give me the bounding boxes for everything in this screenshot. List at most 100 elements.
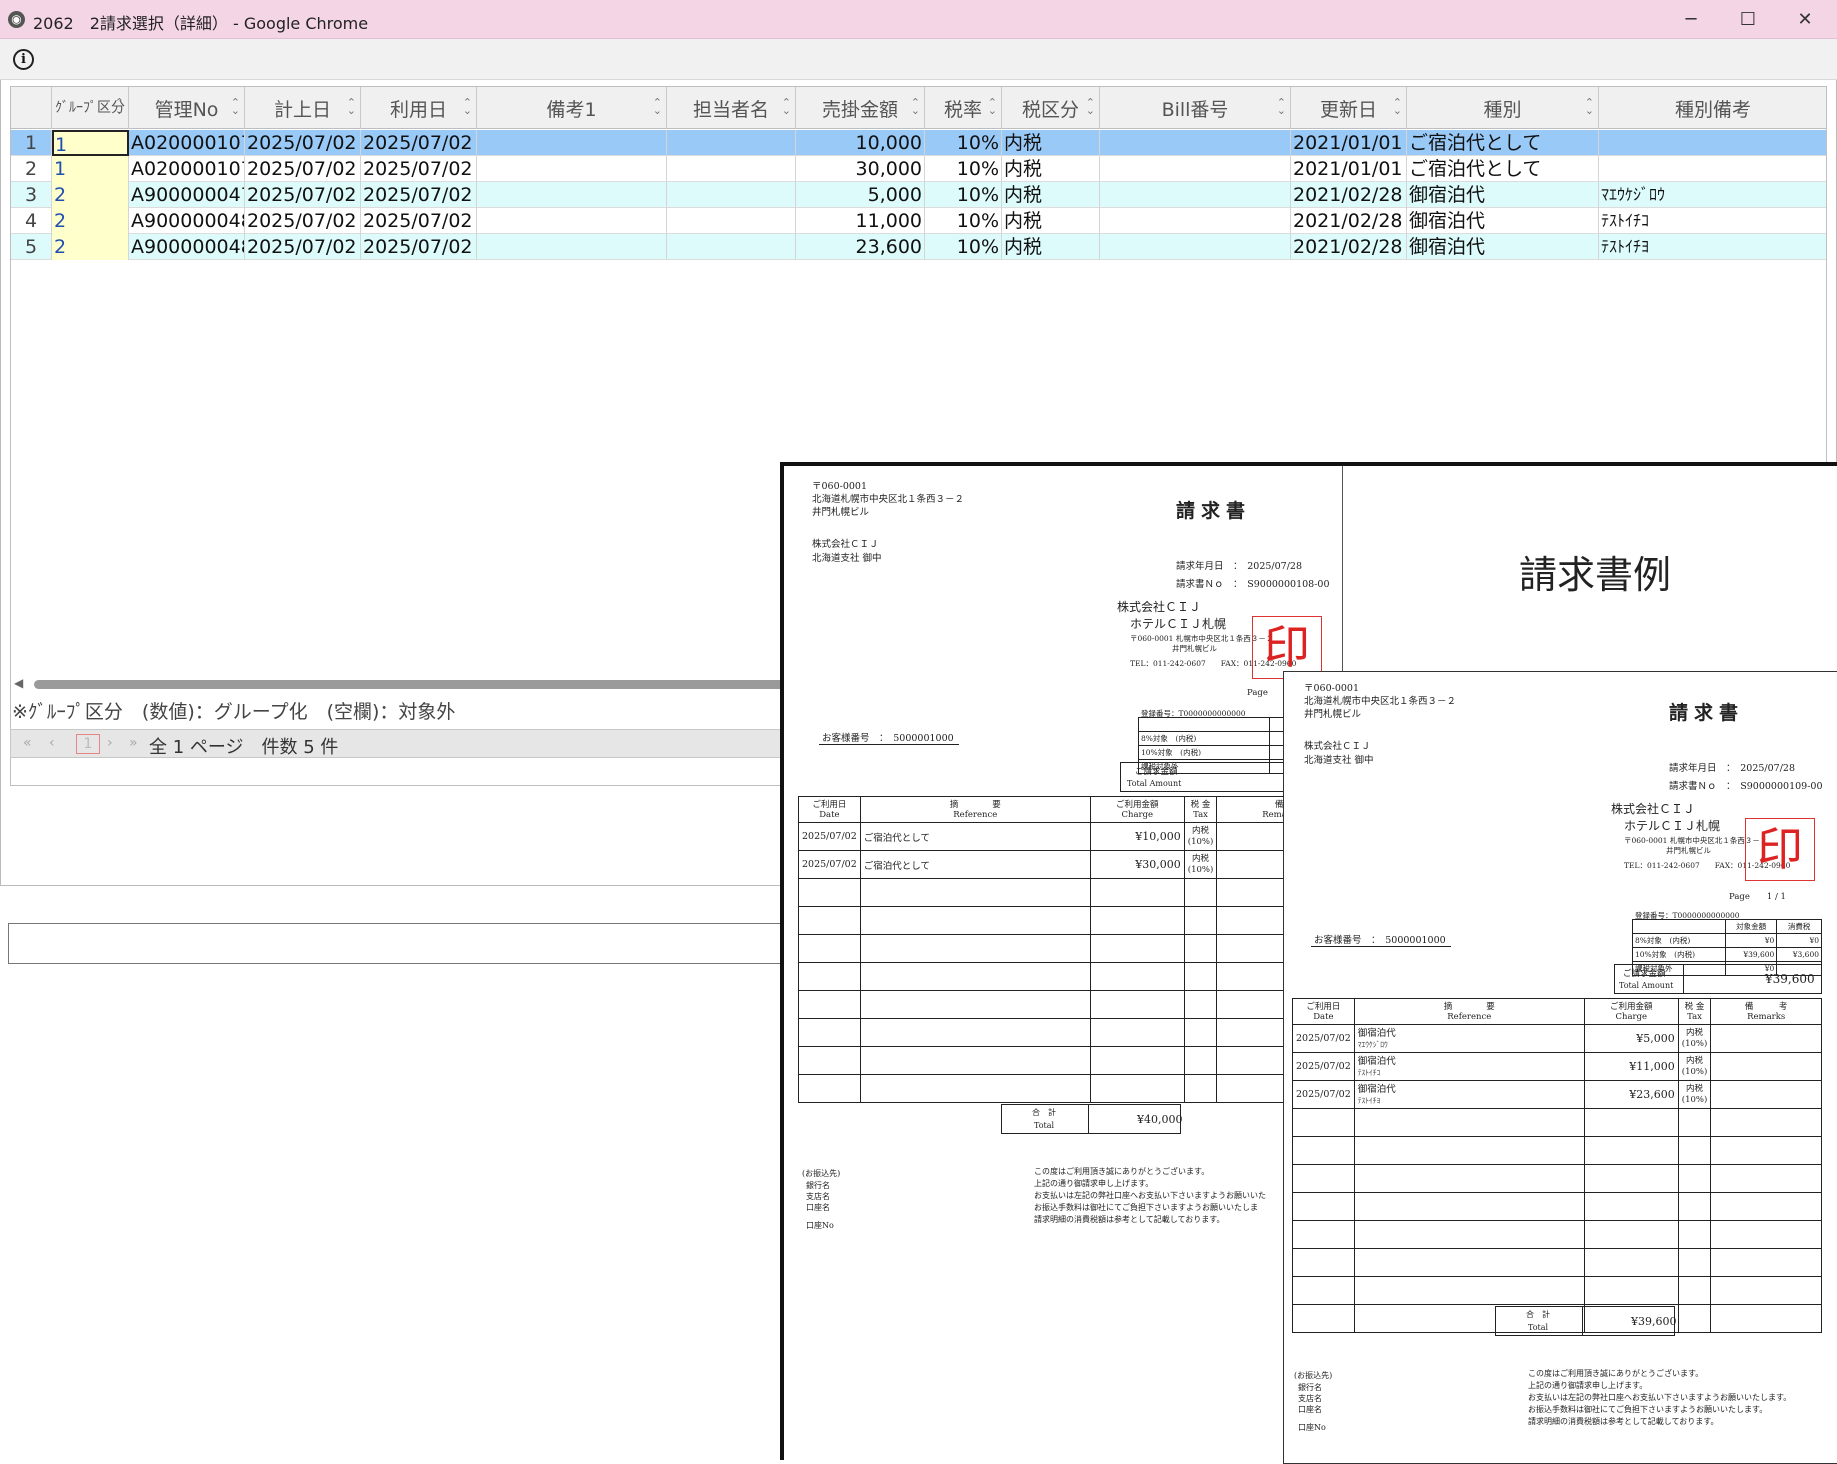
- header-bill[interactable]: Bill番号 ⌃ ⌄: [1100, 87, 1291, 129]
- group-cell[interactable]: 2: [52, 182, 129, 208]
- header-riyo[interactable]: 利用日 ⌃ ⌄: [361, 87, 477, 129]
- inv2-msg1: この度はご利用頂き誠にありがとうございます。: [1528, 1369, 1704, 1378]
- inv1-addr1: 北海道札幌市中央区北１条西３－２: [812, 494, 965, 505]
- inv2-msg5: 請求明細の消費税額は参考として記載しております。: [1528, 1417, 1719, 1426]
- inv2-h-tax: 税 金: [1684, 1001, 1705, 1012]
- inv2-line-ref: 御宿泊代: [1357, 1055, 1396, 1067]
- sort-icon: ⌃ ⌄: [781, 96, 791, 117]
- inv2-page: Page 1 / 1: [1729, 892, 1786, 902]
- scrollbar-thumb[interactable]: [34, 680, 784, 689]
- biko1-cell: [477, 130, 667, 156]
- inv2-line-tax: 内税: [1686, 1027, 1704, 1038]
- header-amount[interactable]: 売掛金額 ⌃ ⌄: [796, 87, 925, 129]
- group-cell[interactable]: 2: [52, 208, 129, 234]
- horizontal-scrollbar[interactable]: ◀: [14, 676, 784, 691]
- table-row[interactable]: 2 1 A0200001076 2025/07/02 2025/07/02 30…: [11, 156, 1826, 182]
- inv2-no: 請求書Ｎｏ ： S9000000109-00: [1669, 781, 1823, 792]
- bill-cell: [1100, 156, 1291, 182]
- bill-cell: [1100, 130, 1291, 156]
- inv2-zip: 〒060-0001: [1304, 683, 1360, 694]
- header-group[interactable]: ｸﾞﾙｰﾌﾟ区分 ⌃ ⌄: [52, 87, 129, 129]
- header-kindnote[interactable]: 種別備考: [1599, 87, 1826, 129]
- inv1-h-tax: 税 金: [1190, 799, 1211, 810]
- table-row[interactable]: 3 2 A9000000477 2025/07/02 2025/07/02 5,…: [11, 182, 1826, 208]
- last-page-button[interactable]: »: [129, 735, 138, 751]
- kindnote-cell: [1599, 156, 1826, 182]
- inv2-line-tax2: (10%): [1681, 1094, 1708, 1105]
- riyo-cell: 2025/07/02: [361, 234, 477, 260]
- maximize-button[interactable]: ☐: [1720, 6, 1776, 34]
- kind-cell: ご宿泊代として: [1407, 156, 1599, 182]
- inv1-title: 請求書: [1176, 500, 1252, 522]
- page-number-input[interactable]: 1: [76, 734, 100, 754]
- inv1-zip: 〒060-0001: [812, 481, 868, 492]
- row-number: 3: [11, 182, 52, 208]
- scroll-left-icon[interactable]: ◀: [14, 676, 23, 690]
- inv2-line-tax: 内税: [1686, 1055, 1704, 1066]
- inv2-billed-en: Total Amount: [1619, 981, 1674, 990]
- group-cell[interactable]: 2: [52, 234, 129, 260]
- inv1-billed: ご請求金額: [1135, 767, 1178, 777]
- table-row[interactable]: 5 2 A9000000482 2025/07/02 2025/07/02 23…: [11, 234, 1826, 260]
- inv1-h-charge-en: Charge: [1121, 809, 1154, 820]
- inv2-bank3: 口座名: [1298, 1405, 1322, 1414]
- group-cell[interactable]: 1: [52, 156, 129, 182]
- bottom-input[interactable]: [8, 923, 786, 964]
- inv2-line-sub: ﾃｽﾄｲﾁｺ: [1357, 1067, 1381, 1077]
- header-taxkbn[interactable]: 税区分 ⌃ ⌄: [1002, 87, 1100, 129]
- table-row[interactable]: 4 2 A9000000481 2025/07/02 2025/07/02 11…: [11, 208, 1826, 234]
- header-label: 税区分: [1021, 98, 1079, 121]
- inv1-h-ref: 摘 要: [949, 799, 1001, 810]
- header-tanto[interactable]: 担当者名 ⌃ ⌄: [667, 87, 796, 129]
- inv1-line-tax2: (10%): [1187, 864, 1214, 875]
- taxkbn-cell: 内税: [1002, 182, 1100, 208]
- group-cell[interactable]: 1: [52, 130, 129, 156]
- minimize-button[interactable]: ─: [1663, 6, 1719, 34]
- header-updated[interactable]: 更新日 ⌃ ⌄: [1291, 87, 1407, 129]
- sort-icon: ⌃ ⌄: [910, 96, 920, 117]
- close-button[interactable]: ✕: [1777, 6, 1833, 34]
- header-label: Bill番号: [1161, 98, 1229, 121]
- info-icon[interactable]: i: [13, 49, 34, 70]
- group-note: ※ｸﾞﾙｰﾌﾟ区分 (数値)：グループ化 (空欄)：対象外: [12, 701, 456, 723]
- inv2-sum-h: 対象金額: [1724, 919, 1778, 934]
- keijo-cell: 2025/07/02: [245, 208, 361, 234]
- header-label: 種別: [1483, 98, 1522, 121]
- header-label: 管理No: [154, 98, 219, 121]
- inv1-msg3: お支払いは左記の弊社口座へお支払い下さいますようお願いいた: [1034, 1191, 1266, 1200]
- kanri-cell: A9000000477: [129, 182, 245, 208]
- kindnote-cell: ﾏｴｳｹｼﾞﾛｳ: [1599, 182, 1826, 208]
- inv1-cust-underline: [819, 744, 959, 745]
- inv2-line: 2025/07/02 御宿泊代 ﾃｽﾄｲﾁﾖ ¥23,600 内税 (10%): [1292, 1080, 1822, 1109]
- sort-icon: ⌃ ⌄: [1276, 96, 1286, 117]
- header-biko1[interactable]: 備考1 ⌃ ⌄: [477, 87, 667, 129]
- inv1-line-tax: 内税: [1192, 853, 1210, 864]
- updated-cell: 2021/02/28: [1291, 208, 1407, 234]
- header-rate[interactable]: 税率 ⌃ ⌄: [925, 87, 1002, 129]
- inv1-msg2: 上記の通り御請求申し上げます。: [1034, 1179, 1154, 1188]
- taxkbn-cell: 内税: [1002, 156, 1100, 182]
- header-kanri[interactable]: 管理No ⌃ ⌄: [129, 87, 245, 129]
- sort-icon: ⌃ ⌄: [987, 96, 997, 117]
- header-label: 税率: [943, 98, 982, 121]
- inv1-bank4: 口座No: [806, 1221, 834, 1230]
- inv2-bank-h: (お振込先): [1294, 1371, 1333, 1380]
- header-keijo[interactable]: 計上日 ⌃ ⌄: [245, 87, 361, 129]
- kind-cell: ご宿泊代として: [1407, 130, 1599, 156]
- next-page-button[interactable]: ›: [107, 735, 113, 751]
- keijo-cell: 2025/07/02: [245, 234, 361, 260]
- header-kind[interactable]: 種別 ⌃ ⌄: [1407, 87, 1599, 129]
- table-row[interactable]: 1 1 A0200001075 2025/07/02 2025/07/02 10…: [11, 130, 1826, 156]
- inv2-total-label: 合 計: [1526, 1310, 1550, 1319]
- kanri-cell: A9000000481: [129, 208, 245, 234]
- inv2-cust-underline: [1311, 946, 1451, 947]
- header-label: 売掛金額: [821, 98, 898, 121]
- sort-icon: ⌃ ⌄: [346, 96, 356, 117]
- first-page-button[interactable]: «: [23, 735, 32, 751]
- inv1-page: Page: [1247, 688, 1268, 698]
- inv2-sum-r2t: ¥3,600: [1776, 947, 1822, 962]
- inv2-total-box: 合 計 Total ¥39,600: [1495, 1306, 1677, 1336]
- inv1-bank2: 支店名: [806, 1192, 830, 1201]
- prev-page-button[interactable]: ‹: [49, 735, 55, 751]
- amount-cell: 5,000: [796, 182, 925, 208]
